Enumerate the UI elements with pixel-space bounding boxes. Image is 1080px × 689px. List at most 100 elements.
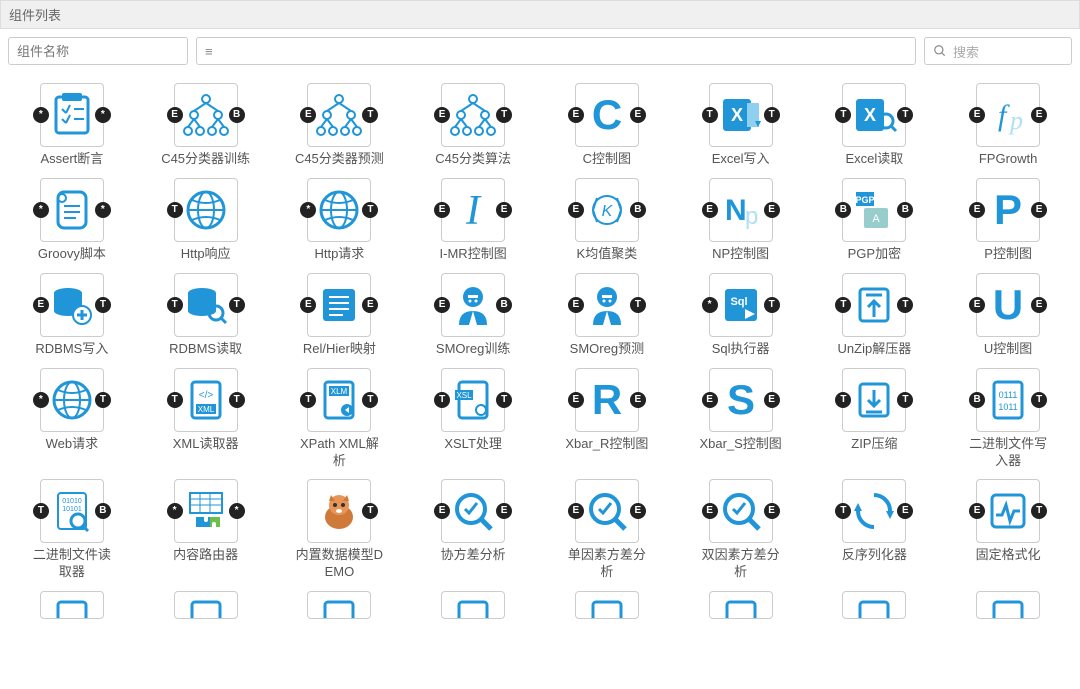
component-item[interactable] [411, 591, 535, 619]
component-item[interactable] [813, 591, 937, 619]
db-plus-icon: ET [40, 273, 104, 337]
component-item[interactable] [679, 591, 803, 619]
component-item[interactable]: T内置数据模型DEMO [278, 479, 402, 581]
port-badge-right: * [229, 503, 245, 519]
port-badge-right: T [496, 392, 512, 408]
port-badge-left: T [167, 297, 183, 313]
component-item[interactable]: EE双因素方差分析 [679, 479, 803, 581]
component-item[interactable]: ET C45分类器预测 [278, 83, 402, 168]
component-label: I-MR控制图 [440, 246, 507, 263]
port-badge-right: E [630, 107, 646, 123]
component-item[interactable]: E E 协方差分析 [411, 479, 535, 581]
search-box[interactable]: 搜索 [924, 37, 1072, 65]
zip-icon: TT [842, 368, 906, 432]
component-item[interactable]: UEEU控制图 [946, 273, 1070, 358]
component-item[interactable]: XTTExcel写入 [679, 83, 803, 168]
component-item[interactable]: EBSMOreg训练 [411, 273, 535, 358]
component-item[interactable]: EERel/Hier映射 [278, 273, 402, 358]
component-item[interactable]: </>XMLTTXML读取器 [144, 368, 268, 470]
generic-icon [976, 591, 1040, 619]
component-item[interactable]: **Assert断言 [10, 83, 134, 168]
component-item[interactable]: NpEENP控制图 [679, 178, 803, 263]
port-badge-right: T [95, 392, 111, 408]
component-item[interactable]: Sql*TSql执行器 [679, 273, 803, 358]
component-item[interactable]: PGPABBPGP加密 [813, 178, 937, 263]
component-item[interactable]: XSLTTXSLT处理 [411, 368, 535, 470]
component-item[interactable]: TT ZIP压缩 [813, 368, 937, 470]
component-item[interactable]: EE单因素方差分析 [545, 479, 669, 581]
component-label: 单因素方差分析 [562, 547, 652, 581]
port-badge-left: E [969, 503, 985, 519]
fp-icon: fpEE [976, 83, 1040, 147]
component-item[interactable]: KEBK均值聚类 [545, 178, 669, 263]
component-name-input[interactable] [8, 37, 188, 65]
port-badge-right: E [1031, 297, 1047, 313]
component-label: UnZip解压器 [838, 341, 912, 358]
filter-dropdown[interactable]: ≡ [196, 37, 916, 65]
component-grid: **Assert断言EBC45分类器训练ETC45分类器预测ETC45分类算法C… [0, 73, 1080, 581]
component-item[interactable]: PEEP控制图 [946, 178, 1070, 263]
component-item[interactable]: XLMTTXPath XML解析 [278, 368, 402, 470]
port-badge-right: E [496, 503, 512, 519]
component-item[interactable] [946, 591, 1070, 619]
port-badge-right: E [1031, 202, 1047, 218]
component-label: ZIP压缩 [851, 436, 897, 453]
port-badge-right: E [764, 202, 780, 218]
port-badge-right: E [1031, 107, 1047, 123]
tree-icon: ET [307, 83, 371, 147]
component-item[interactable]: TTUnZip解压器 [813, 273, 937, 358]
component-label: SMOreg训练 [436, 341, 510, 358]
component-item[interactable]: THttp响应 [144, 178, 268, 263]
big-c-icon: CEE [575, 83, 639, 147]
port-badge-right: E [764, 392, 780, 408]
tree-icon: EB [174, 83, 238, 147]
component-item[interactable]: *THttp请求 [278, 178, 402, 263]
component-item[interactable]: 01111011BT二进制文件写入器 [946, 368, 1070, 470]
port-badge-right: * [95, 107, 111, 123]
component-item[interactable]: *TWeb请求 [10, 368, 134, 470]
component-item[interactable]: EBC45分类器训练 [144, 83, 268, 168]
component-item[interactable] [278, 591, 402, 619]
component-item[interactable]: **Groovy脚本 [10, 178, 134, 263]
component-label: NP控制图 [712, 246, 769, 263]
recycle-icon: TE [842, 479, 906, 543]
component-item[interactable]: ETRDBMS写入 [10, 273, 134, 358]
component-label: C控制图 [583, 151, 631, 168]
component-item[interactable] [545, 591, 669, 619]
component-item[interactable]: CEE C控制图 [545, 83, 669, 168]
component-item[interactable]: IEEI-MR控制图 [411, 178, 535, 263]
component-item[interactable]: XTTExcel读取 [813, 83, 937, 168]
port-badge-left: * [33, 107, 49, 123]
component-label: 二进制文件读取器 [27, 547, 117, 581]
port-badge-left: E [702, 503, 718, 519]
svg-text:U: U [993, 281, 1023, 328]
port-badge-left: * [167, 503, 183, 519]
port-badge-left: E [434, 107, 450, 123]
component-item[interactable] [144, 591, 268, 619]
component-item[interactable]: REEXbar_R控制图 [545, 368, 669, 470]
xml-doc-icon: </>XMLTT [174, 368, 238, 432]
component-item[interactable]: ETSMOreg预测 [545, 273, 669, 358]
component-item[interactable]: ETC45分类算法 [411, 83, 535, 168]
component-item[interactable]: ET固定格式化 [946, 479, 1070, 581]
component-item[interactable] [10, 591, 134, 619]
component-item[interactable]: TTRDBMS读取 [144, 273, 268, 358]
component-label: 协方差分析 [441, 547, 506, 564]
component-item[interactable]: SEEXbar_S控制图 [679, 368, 803, 470]
component-item[interactable]: fpEEFPGrowth [946, 83, 1070, 168]
component-label: K均值聚类 [577, 246, 638, 263]
port-badge-left: T [167, 202, 183, 218]
component-item[interactable]: TE反序列化器 [813, 479, 937, 581]
component-label: C45分类器预测 [295, 151, 384, 168]
port-badge-left: T [835, 107, 851, 123]
component-label: SMOreg预测 [570, 341, 644, 358]
component-item[interactable]: **内容路由器 [144, 479, 268, 581]
search-label: 搜索 [953, 42, 979, 61]
component-item[interactable]: 0101010101TB二进制文件读取器 [10, 479, 134, 581]
port-badge-left: * [33, 392, 49, 408]
port-badge-left: E [434, 503, 450, 519]
svg-text:R: R [592, 376, 622, 423]
port-badge-left: E [167, 107, 183, 123]
port-badge-left: E [434, 297, 450, 313]
port-badge-left: E [300, 107, 316, 123]
